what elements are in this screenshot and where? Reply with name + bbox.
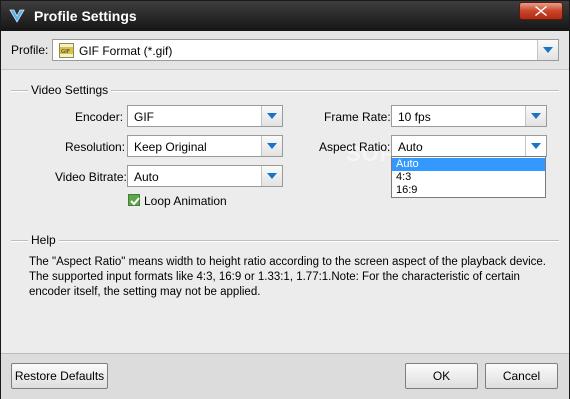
cancel-button[interactable]: Cancel [485, 363, 558, 389]
ok-button[interactable]: OK [405, 363, 478, 389]
restore-defaults-button[interactable]: Restore Defaults [11, 363, 108, 389]
frame-rate-dropdown-arrow[interactable] [525, 106, 546, 126]
profile-value: GIF Format (*.gif) [79, 44, 173, 58]
resolution-label: Resolution: [65, 140, 126, 154]
chevron-down-icon [267, 113, 277, 119]
aspect-ratio-option-auto[interactable]: Auto [392, 158, 545, 171]
aspect-ratio-option-4-3[interactable]: 4:3 [392, 171, 545, 184]
profile-label: Profile: [11, 43, 49, 57]
title-bar[interactable]: Profile Settings [1, 1, 569, 31]
video-settings-title: Video Settings [28, 83, 112, 97]
profile-settings-window: Profile Settings Profile: GIF GIF Format… [0, 0, 570, 399]
app-logo-icon [9, 9, 25, 23]
help-title: Help [28, 233, 59, 247]
close-icon [535, 6, 547, 16]
encoder-select[interactable]: GIF [127, 105, 283, 127]
window-title: Profile Settings [34, 8, 137, 24]
dialog-footer: Restore Defaults OK Cancel [1, 353, 569, 399]
help-text: The "Aspect Ratio" means width to height… [29, 256, 547, 298]
frame-rate-select[interactable]: 10 fps [391, 105, 547, 127]
aspect-ratio-value: Auto [398, 140, 423, 154]
checkmark-icon [130, 197, 140, 206]
help-divider [11, 240, 559, 242]
encoder-value: GIF [134, 110, 154, 124]
frame-rate-label: Frame Rate: [324, 110, 391, 124]
profile-dropdown-arrow[interactable] [537, 40, 558, 60]
chevron-down-icon [267, 143, 277, 149]
svg-text:GIF: GIF [61, 49, 70, 55]
aspect-ratio-dropdown-list: Auto 4:3 16:9 [391, 156, 546, 198]
gif-file-icon: GIF [59, 43, 74, 58]
video-bitrate-dropdown-arrow[interactable] [261, 166, 282, 186]
aspect-ratio-option-16-9[interactable]: 16:9 [392, 184, 545, 197]
aspect-ratio-select[interactable]: Auto [391, 135, 547, 157]
encoder-label: Encoder: [75, 110, 124, 124]
chevron-down-icon [543, 47, 553, 53]
aspect-ratio-dropdown-arrow[interactable] [525, 136, 546, 156]
video-bitrate-select[interactable]: Auto [127, 165, 283, 187]
profile-bar: Profile: GIF GIF Format (*.gif) [1, 31, 569, 70]
frame-rate-value: 10 fps [398, 110, 431, 124]
loop-animation-checkbox[interactable] [128, 194, 140, 206]
video-bitrate-value: Auto [134, 170, 159, 184]
resolution-select[interactable]: Keep Original [127, 135, 283, 157]
aspect-ratio-label: Aspect Ratio: [319, 140, 391, 154]
encoder-dropdown-arrow[interactable] [261, 106, 282, 126]
chevron-down-icon [267, 173, 277, 179]
resolution-value: Keep Original [134, 140, 207, 154]
profile-select[interactable]: GIF GIF Format (*.gif) [52, 39, 559, 61]
chevron-down-icon [531, 143, 541, 149]
resolution-dropdown-arrow[interactable] [261, 136, 282, 156]
video-bitrate-label: Video Bitrate: [55, 170, 127, 184]
chevron-down-icon [531, 113, 541, 119]
loop-animation-label[interactable]: Loop Animation [144, 194, 227, 208]
close-button[interactable] [519, 2, 563, 20]
